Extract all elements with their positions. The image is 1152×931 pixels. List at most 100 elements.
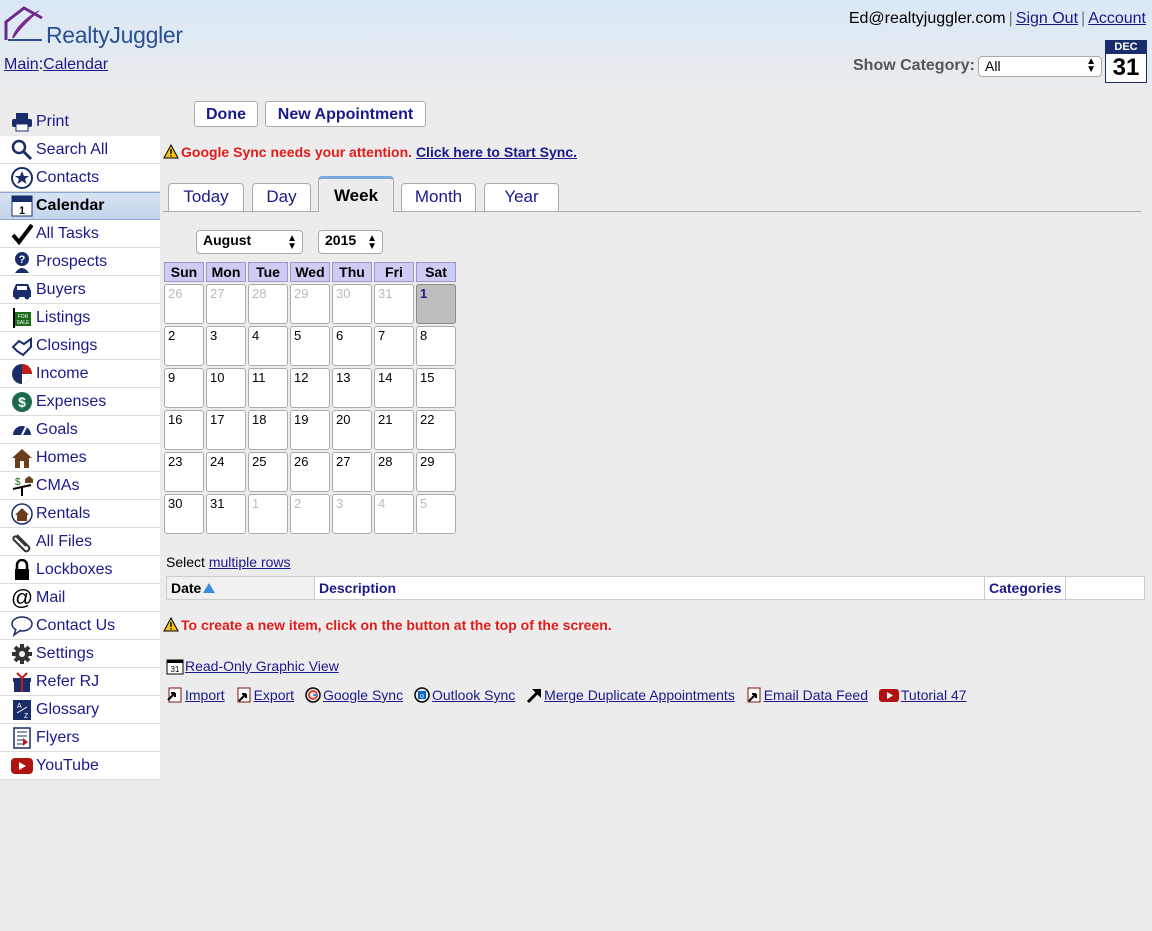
sidebar-item-mail[interactable]: @ Mail <box>0 584 160 612</box>
tab-year[interactable]: Year <box>484 183 559 211</box>
merge-duplicates-link[interactable]: Merge Duplicate Appointments <box>544 687 735 703</box>
calendar-day[interactable]: 27 <box>332 452 372 492</box>
tutorial-link[interactable]: Tutorial 47 <box>901 687 967 703</box>
calendar-day[interactable]: 22 <box>416 410 456 450</box>
new-appointment-button[interactable]: New Appointment <box>265 101 426 127</box>
column-header-description[interactable]: Description <box>315 577 985 599</box>
calendar-day-other-month[interactable]: 27 <box>206 284 246 324</box>
calendar-day[interactable]: 10 <box>206 368 246 408</box>
calendar-day[interactable]: 8 <box>416 326 456 366</box>
calendar-day[interactable]: 9 <box>164 368 204 408</box>
calendar-day[interactable]: 11 <box>248 368 288 408</box>
column-header-categories[interactable]: Categories <box>985 577 1066 599</box>
calendar-day-other-month[interactable]: 1 <box>248 494 288 534</box>
calendar-day[interactable]: 5 <box>290 326 330 366</box>
multiple-rows-link[interactable]: multiple rows <box>209 554 291 570</box>
calendar-day[interactable]: 7 <box>374 326 414 366</box>
calendar-day[interactable]: 2 <box>164 326 204 366</box>
sidebar-item-income[interactable]: Income <box>0 360 160 388</box>
sidebar-item-expenses[interactable]: $ Expenses <box>0 388 160 416</box>
sidebar-item-settings[interactable]: Settings <box>0 640 160 668</box>
calendar-day[interactable]: 29 <box>416 452 456 492</box>
calendar-day[interactable]: 31 <box>206 494 246 534</box>
done-button[interactable]: Done <box>194 101 258 127</box>
calendar-day[interactable]: 1 <box>416 284 456 324</box>
calendar-day[interactable]: 30 <box>164 494 204 534</box>
calendar-day-other-month[interactable]: 2 <box>290 494 330 534</box>
tab-month[interactable]: Month <box>401 183 476 211</box>
sidebar-item-homes[interactable]: Homes <box>0 444 160 472</box>
sign-out-link[interactable]: Sign Out <box>1016 10 1078 27</box>
calendar-day[interactable]: 24 <box>206 452 246 492</box>
calendar-day-other-month[interactable]: 3 <box>332 494 372 534</box>
sidebar-item-refer-rj[interactable]: Refer RJ <box>0 668 160 696</box>
email-data-feed-link[interactable]: Email Data Feed <box>764 687 868 703</box>
calendar-day-other-month[interactable]: 28 <box>248 284 288 324</box>
calendar-day-other-month[interactable]: 29 <box>290 284 330 324</box>
calendar-day[interactable]: 21 <box>374 410 414 450</box>
column-header-date[interactable]: Date <box>167 577 315 599</box>
sidebar-item-listings[interactable]: FOR SALE Listings <box>0 304 160 332</box>
sidebar-item-cmas[interactable]: $ CMAs <box>0 472 160 500</box>
sidebar-item-goals[interactable]: Goals <box>0 416 160 444</box>
calendar-day[interactable]: 25 <box>248 452 288 492</box>
calendar-day-other-month[interactable]: 4 <box>374 494 414 534</box>
account-link[interactable]: Account <box>1088 10 1146 27</box>
calendar-day[interactable]: 12 <box>290 368 330 408</box>
tab-week[interactable]: Week <box>318 176 394 212</box>
calendar-day[interactable]: 13 <box>332 368 372 408</box>
outlook-sync-icon: o <box>414 687 430 703</box>
calendar-day[interactable]: 28 <box>374 452 414 492</box>
sidebar-item-youtube[interactable]: YouTube <box>0 752 160 780</box>
sidebar-item-flyers[interactable]: Flyers <box>0 724 160 752</box>
today-calendar-icon[interactable]: DEC 31 <box>1105 40 1147 83</box>
breadcrumb-main-link[interactable]: Main <box>4 56 39 73</box>
month-select[interactable]: August ▲ ▼ <box>196 230 303 254</box>
calendar-day[interactable]: 17 <box>206 410 246 450</box>
export-link[interactable]: Export <box>254 687 294 703</box>
start-sync-link[interactable]: Click here to Start Sync. <box>416 144 577 160</box>
sidebar-item-calendar[interactable]: 1 Calendar <box>0 192 160 220</box>
gear-icon <box>10 642 34 666</box>
calendar-day[interactable]: 3 <box>206 326 246 366</box>
import-link[interactable]: Import <box>185 687 225 703</box>
tab-today[interactable]: Today <box>168 183 244 211</box>
sidebar-item-closings[interactable]: Closings <box>0 332 160 360</box>
google-sync-link[interactable]: Google Sync <box>323 687 403 703</box>
sidebar-item-rentals[interactable]: Rentals <box>0 500 160 528</box>
calendar-day[interactable]: 23 <box>164 452 204 492</box>
calendar-day[interactable]: 14 <box>374 368 414 408</box>
empty-message-text: To create a new item, click on the butto… <box>181 617 612 633</box>
realtyjuggler-logo[interactable]: RealtyJuggler <box>4 4 204 48</box>
outlook-sync-link[interactable]: Outlook Sync <box>432 687 515 703</box>
sidebar-item-all-files[interactable]: All Files <box>0 528 160 556</box>
sidebar-item-lockboxes[interactable]: Lockboxes <box>0 556 160 584</box>
pie-chart-icon <box>10 362 34 386</box>
calendar-day[interactable]: 16 <box>164 410 204 450</box>
sidebar-item-all-tasks[interactable]: All Tasks <box>0 220 160 248</box>
calendar-day-other-month[interactable]: 26 <box>164 284 204 324</box>
year-select[interactable]: 2015 ▲ ▼ <box>318 230 383 254</box>
sidebar-item-contacts[interactable]: Contacts <box>0 164 160 192</box>
calendar-day-other-month[interactable]: 31 <box>374 284 414 324</box>
graphic-view-link[interactable]: Read-Only Graphic View <box>185 658 339 674</box>
calendar-day[interactable]: 18 <box>248 410 288 450</box>
calendar-day[interactable]: 6 <box>332 326 372 366</box>
calendar-day[interactable]: 19 <box>290 410 330 450</box>
calendar-day[interactable]: 26 <box>290 452 330 492</box>
sidebar-item-buyers[interactable]: Buyers <box>0 276 160 304</box>
calendar-day[interactable]: 4 <box>248 326 288 366</box>
calendar-day[interactable]: 15 <box>416 368 456 408</box>
calendar-day[interactable]: 20 <box>332 410 372 450</box>
calendar-day-other-month[interactable]: 5 <box>416 494 456 534</box>
sidebar-item-contact-us[interactable]: Contact Us <box>0 612 160 640</box>
sidebar-item-search-all[interactable]: Search All <box>0 136 160 164</box>
sidebar-item-prospects[interactable]: ? Prospects <box>0 248 160 276</box>
calendar-day-other-month[interactable]: 30 <box>332 284 372 324</box>
sidebar-item-print[interactable]: Print <box>0 100 160 136</box>
breadcrumb-calendar-link[interactable]: Calendar <box>43 56 108 73</box>
tab-day[interactable]: Day <box>252 183 311 211</box>
sidebar-item-glossary[interactable]: A Z Glossary <box>0 696 160 724</box>
category-select[interactable]: All ▲ ▼ <box>978 56 1102 77</box>
question-person-icon: ? <box>10 250 34 274</box>
